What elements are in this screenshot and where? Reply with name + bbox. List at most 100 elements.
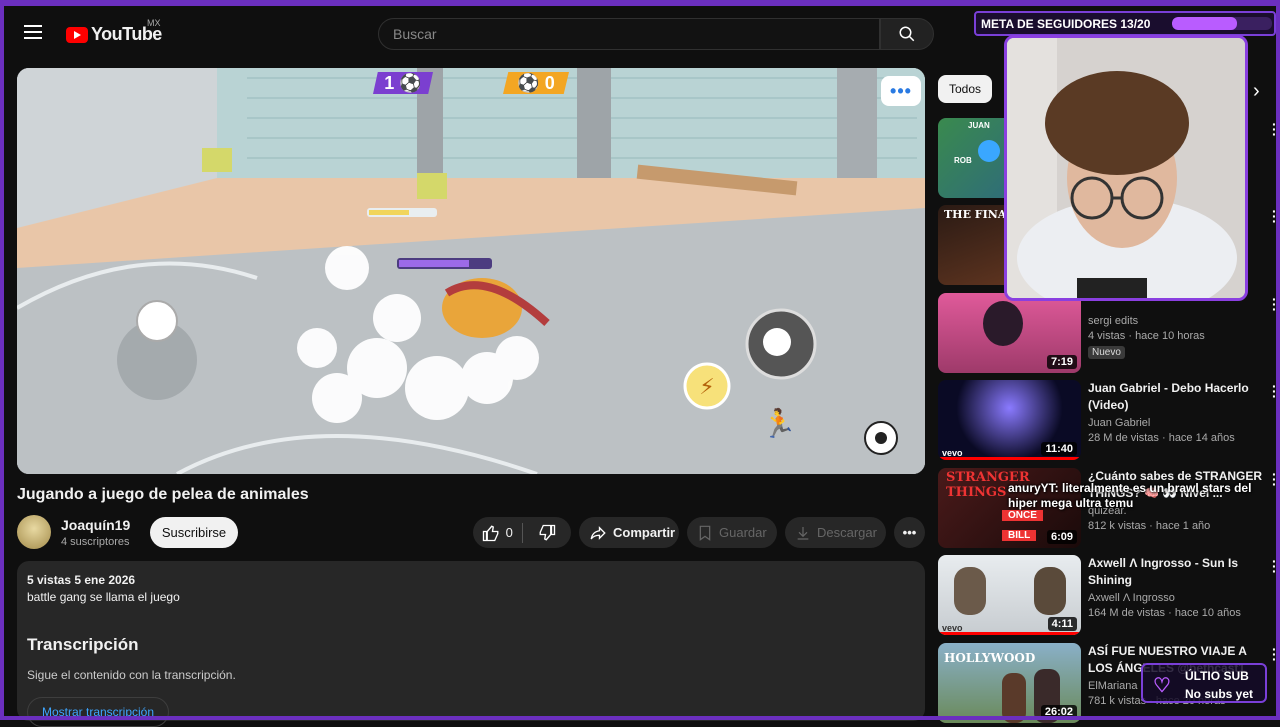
- more-options-icon[interactable]: · · ·: [1272, 292, 1277, 316]
- video-title[interactable]: Axwell Λ Ingrosso - Sun Is Shining: [1088, 555, 1268, 589]
- share-button[interactable]: Compartir: [579, 517, 679, 548]
- goal-progress-fill: [1172, 17, 1237, 30]
- recommendation-item[interactable]: vevo 11:40 Juan Gabriel - Debo Hacerlo (…: [938, 379, 1280, 460]
- more-options-icon[interactable]: · · ·: [1272, 117, 1277, 141]
- view-info: 4 vistas · hace 10 horas: [1088, 330, 1205, 342]
- youtube-logo[interactable]: YouTube MX: [66, 18, 162, 45]
- search-icon: [899, 26, 915, 42]
- thumb-label: ROB: [954, 156, 972, 165]
- person-icon: [1034, 567, 1066, 615]
- description-text: battle gang se llama el juego: [27, 590, 180, 604]
- video-duration: 6:09: [1046, 530, 1077, 544]
- last-sub-title: ÚLTIO SUB: [1185, 669, 1249, 683]
- channel-name[interactable]: Joaquín19: [61, 517, 130, 533]
- menu-icon[interactable]: [24, 25, 42, 39]
- new-badge: Nuevo: [1088, 346, 1125, 359]
- search-button[interactable]: [880, 18, 934, 50]
- more-options-icon[interactable]: · · ·: [1272, 642, 1277, 666]
- video-player[interactable]: ⚡ 🏃 1 ⚽ ⚽ 0 •••: [17, 68, 925, 474]
- video-duration: 26:02: [1040, 705, 1077, 719]
- thumb-text: BILL: [1002, 530, 1037, 541]
- view-info: 164 M de vistas · hace 10 años: [1088, 607, 1241, 619]
- game-scene: ⚡ 🏃: [17, 68, 925, 474]
- last-sub-overlay: ♡ ÚLTIO SUB No subs yet: [1141, 663, 1267, 703]
- view-date: 5 vistas 5 ene 2026: [27, 573, 136, 587]
- watch-progress: [938, 457, 1081, 460]
- video-duration: 11:40: [1041, 442, 1077, 456]
- streamer-face: [1007, 38, 1245, 298]
- video-thumbnail[interactable]: HOLLYWOOD 26:02: [938, 643, 1081, 723]
- save-button[interactable]: Guardar: [687, 517, 777, 548]
- follower-goal-overlay: META DE SEGUIDORES 13/20: [974, 11, 1276, 36]
- recommendation-item[interactable]: 7:19 sergi edits 4 vistas · hace 10 hora…: [938, 292, 1280, 373]
- subscribe-button[interactable]: Suscribirse: [150, 517, 238, 548]
- show-transcript-button[interactable]: Mostrar transcripción: [27, 697, 169, 727]
- goal-progress-bar: [1172, 17, 1272, 30]
- video-duration: 7:19: [1046, 355, 1077, 369]
- transcript-title: Transcripción: [27, 635, 139, 654]
- video-thumbnail[interactable]: vevo 4:11: [938, 555, 1081, 635]
- like-count: 0: [505, 525, 513, 540]
- transcript-subtitle: Sigue el contenido con la transcripción.: [27, 668, 236, 682]
- thumb-text: ONCE: [1002, 510, 1043, 521]
- dislike-button[interactable]: [522, 517, 571, 548]
- last-sub-text: No subs yet: [1185, 687, 1254, 701]
- thumb-label: JUAN: [968, 121, 990, 130]
- youtube-play-icon: [66, 26, 88, 43]
- goal-text: META DE SEGUIDORES 13/20: [981, 16, 1151, 31]
- score-left: 1 ⚽: [373, 72, 433, 94]
- channel-name[interactable]: Axwell Λ Ingrosso: [1088, 592, 1268, 604]
- thumbs-up-icon: [482, 524, 499, 541]
- svg-text:🏃: 🏃: [762, 407, 797, 440]
- search-placeholder: Buscar: [393, 26, 437, 42]
- chip-all[interactable]: Todos: [938, 75, 992, 103]
- channel-name[interactable]: Juan Gabriel: [1088, 417, 1268, 429]
- share-label: Compartir: [613, 525, 676, 540]
- save-label: Guardar: [719, 525, 767, 540]
- heart-icon: ♡: [1153, 675, 1171, 697]
- recommendation-item[interactable]: vevo 4:11 Axwell Λ Ingrosso - Sun Is Shi…: [938, 554, 1280, 635]
- more-options-icon[interactable]: · · ·: [1272, 379, 1277, 403]
- bookmark-icon: [699, 525, 711, 541]
- score-right-value: 0: [544, 72, 555, 93]
- more-actions-button[interactable]: •••: [894, 517, 925, 548]
- view-info: 812 k vistas · hace 1 año: [1088, 520, 1211, 532]
- country-code: MX: [147, 18, 161, 28]
- person-icon: [1002, 673, 1026, 723]
- video-thumbnail[interactable]: 7:19: [938, 293, 1081, 373]
- like-button[interactable]: 0: [473, 517, 522, 548]
- watch-progress: [938, 632, 1081, 635]
- thumb-text: HOLLYWOOD: [944, 651, 1036, 665]
- svg-text:⚡: ⚡: [699, 375, 714, 400]
- more-options-icon[interactable]: · · ·: [1272, 554, 1277, 578]
- more-icon: •••: [902, 525, 917, 540]
- more-options-icon[interactable]: · · ·: [1272, 204, 1277, 228]
- subscriber-count: 4 suscriptores: [61, 536, 130, 548]
- view-info: 28 M de vistas · hace 14 años: [1088, 432, 1235, 444]
- description-box[interactable]: 5 vistas 5 ene 2026 battle gang se llama…: [17, 561, 925, 727]
- channel-name[interactable]: sergi edits: [1088, 315, 1268, 327]
- like-dislike-group: 0: [473, 517, 571, 548]
- video-info: Axwell Λ Ingrosso - Sun Is Shining Axwel…: [1088, 555, 1268, 619]
- character-icon: [983, 301, 1023, 346]
- video-title: Jugando a juego de pelea de animales: [17, 486, 309, 503]
- character-icon: [978, 140, 1000, 162]
- share-icon: [590, 525, 606, 540]
- video-title[interactable]: Juan Gabriel - Debo Hacerlo (Video): [1088, 380, 1268, 414]
- video-info: Juan Gabriel - Debo Hacerlo (Video) Juan…: [1088, 380, 1268, 444]
- chevron-right-icon[interactable]: ›: [1253, 80, 1260, 103]
- webcam-overlay: [1004, 35, 1248, 301]
- score-left-value: 1: [384, 72, 395, 93]
- person-icon: [954, 567, 986, 615]
- chat-bubble-icon[interactable]: •••: [881, 76, 921, 106]
- search-input[interactable]: Buscar: [378, 18, 880, 50]
- chat-dots: •••: [890, 80, 912, 101]
- score-right: ⚽ 0: [503, 72, 569, 94]
- stream-chat-message: anuryYT: literalmente es un brawl stars …: [1008, 481, 1252, 510]
- channel-avatar[interactable]: [17, 515, 51, 549]
- video-duration: 4:11: [1047, 617, 1077, 631]
- video-thumbnail[interactable]: vevo 11:40: [938, 380, 1081, 460]
- download-button[interactable]: Descargar: [785, 517, 886, 548]
- download-icon: [797, 526, 809, 540]
- download-label: Descargar: [817, 525, 877, 540]
